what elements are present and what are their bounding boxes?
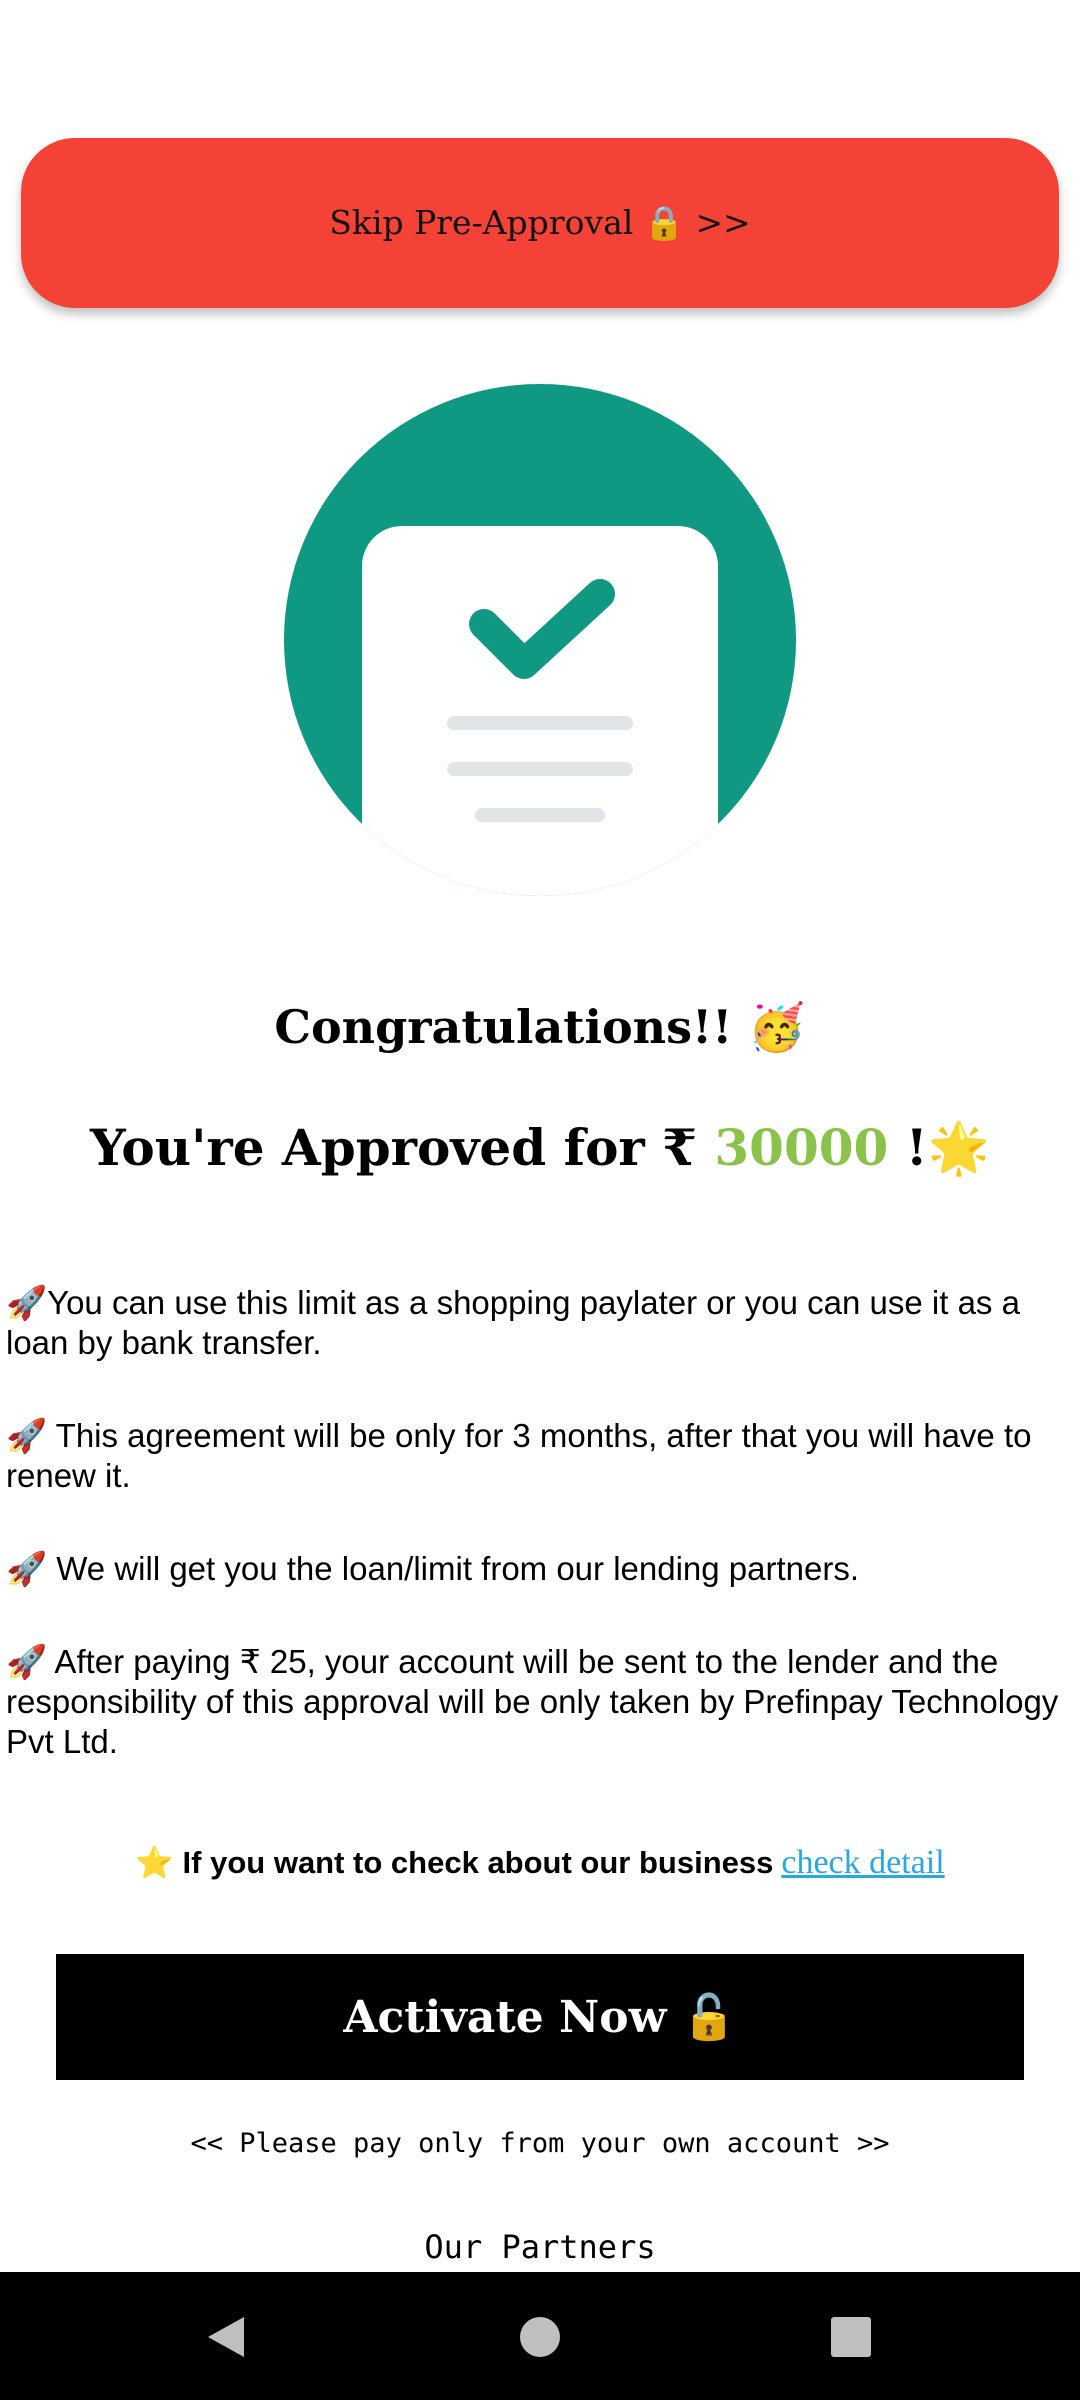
congratulations-heading: Congratulations!! 🥳 bbox=[274, 1000, 806, 1054]
check-detail-link[interactable]: check detail bbox=[781, 1844, 944, 1881]
info-point: 🚀 This agreement will be only for 3 mont… bbox=[6, 1417, 1032, 1494]
payment-note: << Please pay only from your own account… bbox=[190, 2128, 890, 2159]
home-icon[interactable] bbox=[505, 2302, 575, 2372]
skip-pre-approval-button[interactable]: Skip Pre-Approval 🔒 >> bbox=[21, 138, 1059, 308]
info-point: 🚀 We will get you the loan/limit from ou… bbox=[6, 1550, 860, 1587]
info-points: 🚀You can use this limit as a shopping pa… bbox=[6, 1283, 1072, 1815]
activate-now-button[interactable]: Activate Now 🔓 bbox=[56, 1954, 1024, 2080]
info-point: 🚀 After paying ₹ 25, your account will b… bbox=[6, 1643, 1059, 1760]
approval-heading: You're Approved for ₹ 30000 !🌟 bbox=[0, 1118, 1080, 1178]
business-text: ⭐ If you want to check about our busines… bbox=[135, 1845, 774, 1880]
recents-icon[interactable] bbox=[816, 2302, 886, 2372]
approved-document-check-icon bbox=[284, 384, 796, 896]
business-info: ⭐ If you want to check about our busines… bbox=[0, 1844, 1080, 1882]
partners-title: Our Partners bbox=[424, 2228, 656, 2266]
approved-amount: 30000 bbox=[714, 1118, 889, 1177]
system-navigation-bar bbox=[0, 2272, 1080, 2400]
approval-prefix: You're Approved for ₹ bbox=[90, 1118, 715, 1177]
back-icon[interactable] bbox=[191, 2302, 261, 2372]
approval-suffix: !🌟 bbox=[888, 1118, 990, 1177]
info-point: 🚀You can use this limit as a shopping pa… bbox=[6, 1284, 1020, 1361]
